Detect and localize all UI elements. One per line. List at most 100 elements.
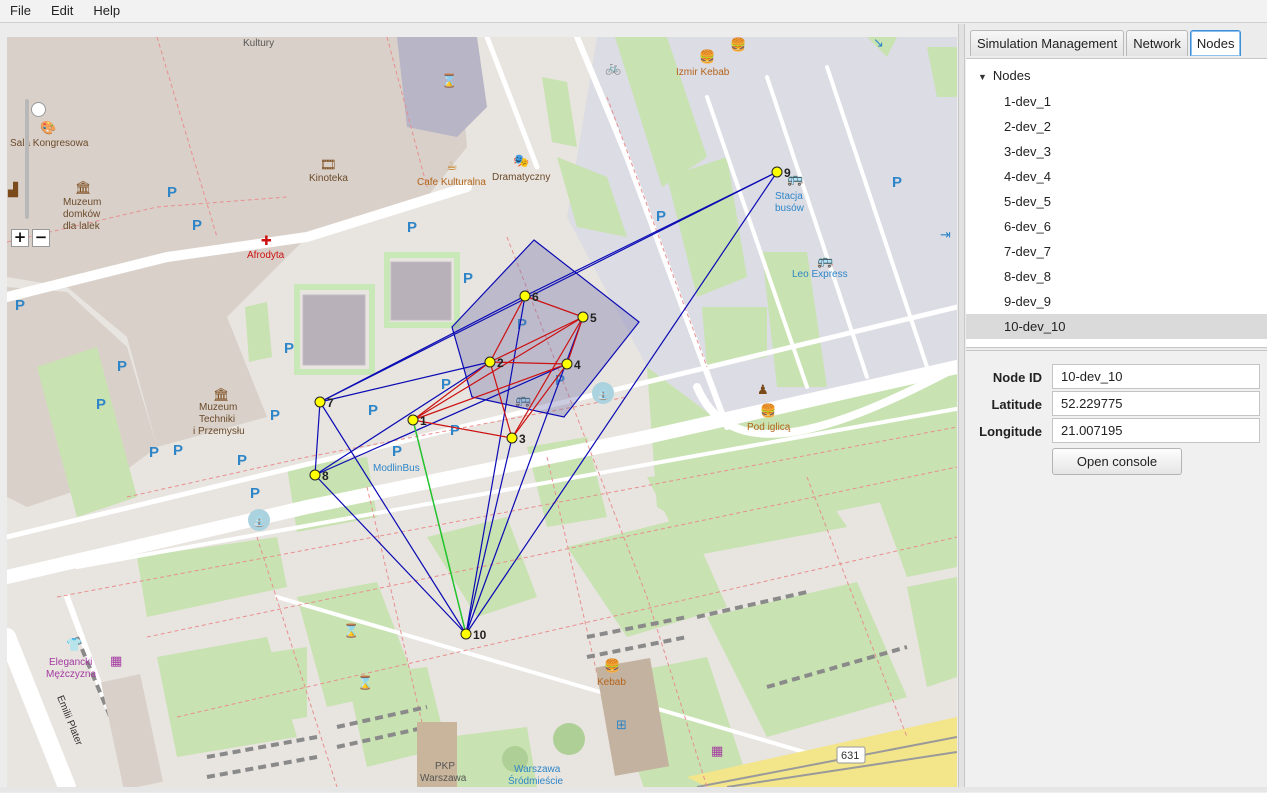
place-label: Kinoteka [309,173,348,184]
tab-nodes[interactable]: Nodes [1189,30,1242,56]
place-label: Leo Express [792,269,848,280]
latitude-label: Latitude [991,397,1042,412]
theatre-icon: 🎭 [513,154,529,169]
menu-file[interactable]: File [0,0,41,22]
tree-item[interactable]: 3-dev_3 [966,139,1267,164]
split-pane-divider[interactable] [958,24,965,792]
network-node[interactable] [506,432,518,444]
parking-icon: P [192,217,202,234]
place-label: Kebab [597,677,626,688]
network-node[interactable] [314,396,326,408]
menu-help[interactable]: Help [83,0,130,22]
fastfood-icon: 🍔 [730,37,746,53]
fountain-icon: ⛲ [597,388,609,401]
menu-bar: File Edit Help [0,0,1267,23]
hourglass-icon: ⌛ [357,675,373,691]
network-node[interactable] [519,290,531,302]
zoom-in-button[interactable]: + [11,229,29,247]
place-label: Cafe Kulturalna [417,177,486,188]
network-node[interactable] [309,469,321,481]
longitude-field[interactable]: 21.007195 [1052,418,1260,443]
shop-icon: ▦ [711,744,723,759]
network-node-label: 8 [322,469,329,483]
tree-item[interactable]: 4-dev_4 [966,164,1267,189]
place-label: Muzeum [63,197,101,208]
place-label: Mężczyzna [46,669,96,680]
tree-item[interactable]: 2-dev_2 [966,114,1267,139]
menu-edit[interactable]: Edit [41,0,83,22]
parking-icon: P [656,208,666,225]
place-label: Techniki [199,414,235,425]
parking-icon: P [15,297,25,314]
bus-icon: 🚌 [817,254,833,269]
network-node[interactable] [771,166,783,178]
node-id-field[interactable]: 10-dev_10 [1052,364,1260,389]
map-canvas[interactable]: P P P P P P P P P P P P P P P P P P P P … [7,37,957,787]
node-properties: Node ID 10-dev_10 Latitude 52.229775 Lon… [966,350,1267,793]
tab-bar: Simulation Management Network Nodes [970,30,1242,58]
network-node-label: 7 [327,396,334,410]
tree-root-label: Nodes [992,68,1031,83]
place-label: Elegancki [49,657,92,668]
nodes-tree[interactable]: ▼ Nodes 1-dev_1 2-dev_2 3-dev_3 4-dev_4 5… [966,58,1267,348]
tree-item[interactable]: 8-dev_8 [966,264,1267,289]
cafe-icon: ☕ [446,159,458,174]
zoom-out-button[interactable]: − [32,229,50,247]
network-node[interactable] [407,414,419,426]
road-number: 631 [841,750,859,762]
tree-item[interactable]: 7-dev_7 [966,239,1267,264]
network-node[interactable] [460,628,472,640]
zoom-slider-track[interactable] [25,99,29,219]
fountain-icon: ⛲ [253,515,265,528]
parking-entrance-icon: ↘ [873,37,884,51]
tree-item[interactable]: 5-dev_5 [966,189,1267,214]
status-bar [0,787,1267,792]
zoom-slider-handle[interactable] [31,101,46,117]
network-node-label: 6 [532,290,539,304]
parking-icon: P [117,358,127,375]
longitude-label: Longitude [979,424,1042,439]
place-label: dla lalek [63,221,101,232]
node-id-label: Node ID [992,370,1042,385]
place-label: PKP [435,761,455,772]
pharmacy-icon: ✚ [261,234,272,249]
parking-icon: P [250,485,260,502]
tree-item[interactable]: 6-dev_6 [966,214,1267,239]
expand-triangle-icon[interactable]: ▼ [978,65,987,89]
tree-item-selected[interactable]: 10-dev_10 [966,314,1267,339]
place-label: Warszawa [514,764,561,775]
entrance-icon: ⇥ [940,228,951,243]
tree-item[interactable]: 1-dev_1 [966,89,1267,114]
parking-icon: P [173,442,183,459]
place-label: domków [63,209,101,220]
parking-icon: P [463,270,473,287]
network-node-label: 4 [574,358,581,372]
network-node-label: 1 [420,414,427,428]
misc-icon: ▟ [7,181,19,198]
hourglass-icon: ⌛ [343,623,359,639]
tree-item[interactable]: 9-dev_9 [966,289,1267,314]
place-label: Muzeum [199,402,237,413]
place-label: busów [775,203,805,214]
latitude-field[interactable]: 52.229775 [1052,391,1260,416]
parking-icon: P [450,422,460,439]
network-node-label: 2 [497,356,504,370]
place-label: Śródmieście [508,774,563,787]
place-label: Stacja [775,191,803,202]
tree-root-nodes[interactable]: ▼ Nodes [978,64,1031,88]
network-node[interactable] [577,311,589,323]
parking-icon: P [284,340,294,357]
museum-icon: 🏛 [75,180,92,196]
parking-icon: P [237,452,247,469]
monument-icon: ♟ [757,383,769,398]
tab-network[interactable]: Network [1126,30,1188,56]
network-node[interactable] [561,358,573,370]
network-node[interactable] [484,356,496,368]
network-node-label: 3 [519,432,526,446]
shop-icon: ▦ [110,654,122,669]
map-view[interactable]: P P P P P P P P P P P P P P P P P P P P … [7,37,957,787]
open-console-button[interactable]: Open console [1052,448,1182,475]
parking-icon: P [167,184,177,201]
parking-icon: P [368,402,378,419]
tab-simulation-management[interactable]: Simulation Management [970,30,1125,56]
